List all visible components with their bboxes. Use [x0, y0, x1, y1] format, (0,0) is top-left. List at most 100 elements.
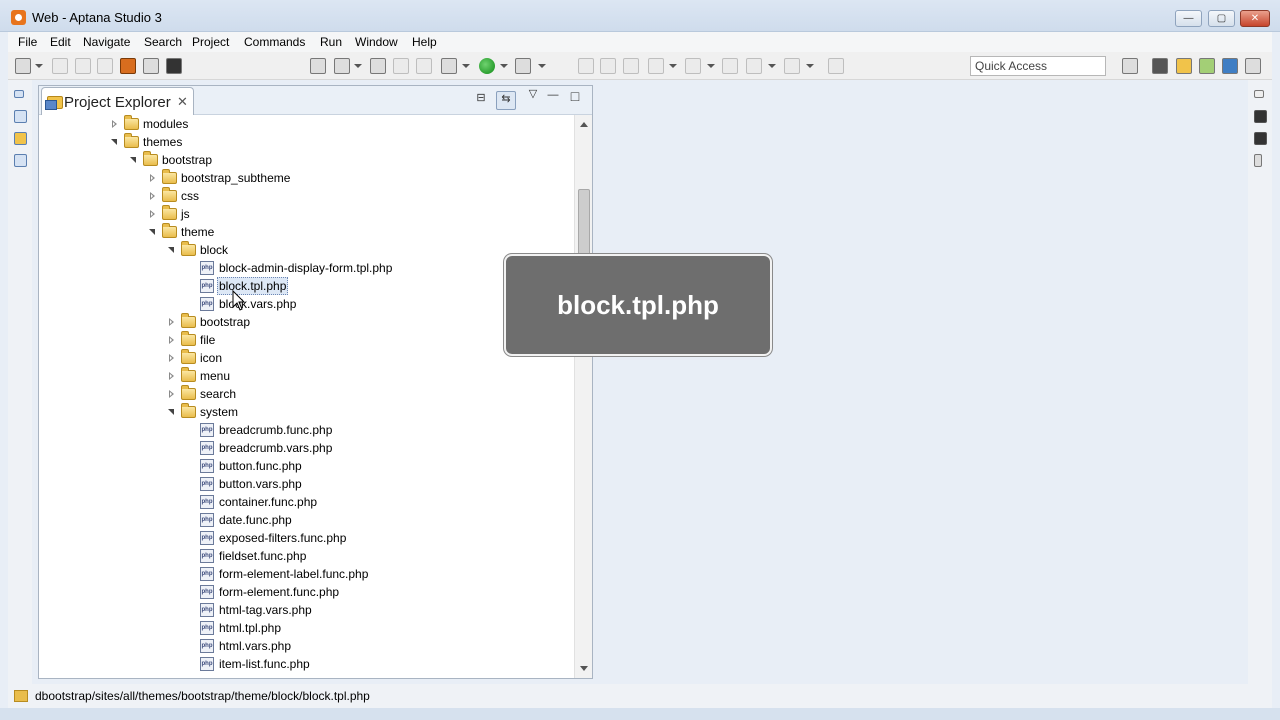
tree-folder-item[interactable]: icon: [39, 349, 574, 367]
terminal-view-icon[interactable]: [1254, 132, 1267, 145]
tab-project-explorer[interactable]: Project Explorer ✕: [41, 87, 194, 115]
maximize-view-icon[interactable]: □: [567, 89, 583, 105]
back-dropdown-icon[interactable]: [768, 64, 776, 68]
close-button[interactable]: ✕: [1240, 10, 1270, 27]
tree-file-item[interactable]: php button.vars.php: [39, 475, 574, 493]
server-icon[interactable]: [143, 58, 159, 74]
restore-icon[interactable]: [14, 90, 24, 98]
view-menu-icon[interactable]: ▽: [525, 87, 541, 103]
menu-run[interactable]: Run: [320, 32, 342, 52]
tree-folder-item[interactable]: bootstrap_subtheme: [39, 169, 574, 187]
tree-folder-item[interactable]: search: [39, 385, 574, 403]
back-icon[interactable]: [746, 58, 762, 74]
save-all-icon[interactable]: [75, 58, 91, 74]
collapsed-arrow-icon[interactable]: [150, 192, 155, 200]
tree-file-item[interactable]: php breadcrumb.vars.php: [39, 439, 574, 457]
expanded-arrow-icon[interactable]: [149, 229, 155, 235]
forward-dropdown-icon[interactable]: [806, 64, 814, 68]
app-explorer-icon[interactable]: [14, 132, 27, 145]
external-tools-icon[interactable]: [515, 58, 531, 74]
console-icon[interactable]: [1254, 110, 1267, 123]
web-perspective-icon[interactable]: [1152, 58, 1168, 74]
tree-folder-item[interactable]: theme: [39, 223, 574, 241]
outline-icon[interactable]: [14, 110, 27, 123]
open-type-icon[interactable]: [393, 58, 409, 74]
menu-edit[interactable]: Edit: [50, 32, 71, 52]
menu-help[interactable]: Help: [412, 32, 437, 52]
last-edit-icon[interactable]: [722, 58, 738, 74]
prev-annotation-dropdown-icon[interactable]: [707, 64, 715, 68]
minimize-view-icon[interactable]: —: [545, 88, 561, 104]
tree-folder-item[interactable]: system: [39, 403, 574, 421]
block-select-icon[interactable]: [600, 58, 616, 74]
home-icon[interactable]: [120, 58, 136, 74]
tree-folder-item[interactable]: themes: [39, 133, 574, 151]
tree-file-item[interactable]: php block.tpl.php: [39, 277, 574, 295]
scroll-up-icon[interactable]: [580, 122, 588, 127]
link-with-editor-icon[interactable]: ⇆: [496, 91, 516, 110]
python-perspective-icon[interactable]: [1222, 58, 1238, 74]
tree-folder-item[interactable]: modules: [39, 115, 574, 133]
debug-icon[interactable]: [441, 58, 457, 74]
vertical-scrollbar[interactable]: [574, 115, 592, 678]
collapsed-arrow-icon[interactable]: [169, 372, 174, 380]
tree-folder-item[interactable]: js: [39, 205, 574, 223]
problems-icon[interactable]: [1254, 154, 1262, 167]
bookmark-icon[interactable]: [14, 154, 27, 167]
tree-file-item[interactable]: php button.func.php: [39, 457, 574, 475]
run-dropdown-icon[interactable]: [500, 64, 508, 68]
collapsed-arrow-icon[interactable]: [169, 354, 174, 362]
whitespace-icon[interactable]: [623, 58, 639, 74]
menu-project[interactable]: Project: [192, 32, 229, 52]
next-annotation-icon[interactable]: [648, 58, 664, 74]
print-icon[interactable]: [97, 58, 113, 74]
wizard-icon[interactable]: [334, 58, 350, 74]
resource-perspective-icon[interactable]: [1176, 58, 1192, 74]
run-icon[interactable]: [479, 58, 495, 74]
expanded-arrow-icon[interactable]: [111, 139, 117, 145]
menu-commands[interactable]: Commands: [244, 32, 305, 52]
tool-icon[interactable]: [310, 58, 326, 74]
open-folder-icon[interactable]: [370, 58, 386, 74]
collapse-all-icon[interactable]: ⊟: [473, 91, 489, 107]
pin-editor-icon[interactable]: [828, 58, 844, 74]
open-perspective-icon[interactable]: [1122, 58, 1138, 74]
collapsed-arrow-icon[interactable]: [150, 210, 155, 218]
tree-file-item[interactable]: php block-admin-display-form.tpl.php: [39, 259, 574, 277]
collapsed-arrow-icon[interactable]: [112, 120, 117, 128]
tree-folder-item[interactable]: css: [39, 187, 574, 205]
open-resource-icon[interactable]: [416, 58, 432, 74]
terminal-icon[interactable]: [166, 58, 182, 74]
scroll-down-icon[interactable]: [580, 666, 588, 671]
collapsed-arrow-icon[interactable]: [169, 318, 174, 326]
menu-file[interactable]: File: [18, 32, 37, 52]
tree-folder-item[interactable]: block: [39, 241, 574, 259]
collapsed-arrow-icon[interactable]: [169, 336, 174, 344]
new-dropdown-icon[interactable]: [35, 64, 43, 68]
forward-icon[interactable]: [784, 58, 800, 74]
team-perspective-icon[interactable]: [1245, 58, 1261, 74]
tree-file-item[interactable]: php block.vars.php: [39, 295, 574, 313]
tree-file-item[interactable]: php fieldset.func.php: [39, 547, 574, 565]
tree-file-item[interactable]: php date.func.php: [39, 511, 574, 529]
maximize-button[interactable]: ▢: [1208, 10, 1235, 27]
tree-file-item[interactable]: php html.vars.php: [39, 637, 574, 655]
debug-dropdown-icon[interactable]: [462, 64, 470, 68]
restore-icon[interactable]: [1254, 90, 1264, 98]
external-tools-dropdown-icon[interactable]: [538, 64, 546, 68]
save-icon[interactable]: [52, 58, 68, 74]
debug-perspective-icon[interactable]: [1199, 58, 1215, 74]
menu-search[interactable]: Search: [144, 32, 182, 52]
tree-file-item[interactable]: php html.tpl.php: [39, 619, 574, 637]
tree-folder-item[interactable]: bootstrap: [39, 151, 574, 169]
prev-annotation-icon[interactable]: [685, 58, 701, 74]
tree-file-item[interactable]: php html-tag.vars.php: [39, 601, 574, 619]
tree-file-item[interactable]: php container.func.php: [39, 493, 574, 511]
new-icon[interactable]: [15, 58, 31, 74]
menu-navigate[interactable]: Navigate: [83, 32, 130, 52]
tree-folder-item[interactable]: bootstrap: [39, 313, 574, 331]
tree-folder-item[interactable]: menu: [39, 367, 574, 385]
expanded-arrow-icon[interactable]: [130, 157, 136, 163]
tree-file-item[interactable]: php item-list.func.php: [39, 655, 574, 673]
expanded-arrow-icon[interactable]: [168, 409, 174, 415]
